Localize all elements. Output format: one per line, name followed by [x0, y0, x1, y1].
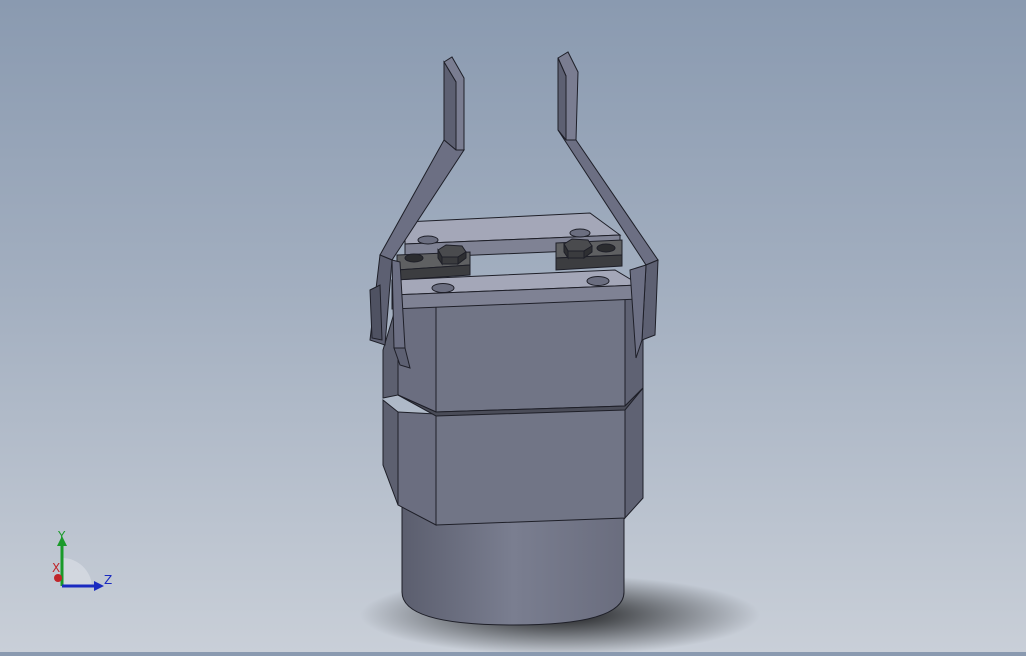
bolt-right: [563, 238, 593, 260]
graphics-viewport[interactable]: Y X Z: [0, 0, 1026, 655]
side-clamp-left: [369, 284, 383, 341]
triad-graphic: Y X Z: [52, 529, 112, 591]
orientation-triad[interactable]: Y X Z: [44, 529, 124, 600]
triad-plane: [62, 557, 92, 586]
z-axis-arrow: [94, 581, 104, 591]
upper-body-block[interactable]: [382, 291, 644, 417]
bolt-left: [437, 244, 467, 266]
z-axis-label: Z: [104, 573, 112, 587]
x-axis-dot: [54, 574, 62, 582]
y-axis-label: Y: [57, 530, 66, 543]
x-axis-label: X: [52, 561, 60, 575]
gripper-model[interactable]: [0, 0, 1026, 655]
